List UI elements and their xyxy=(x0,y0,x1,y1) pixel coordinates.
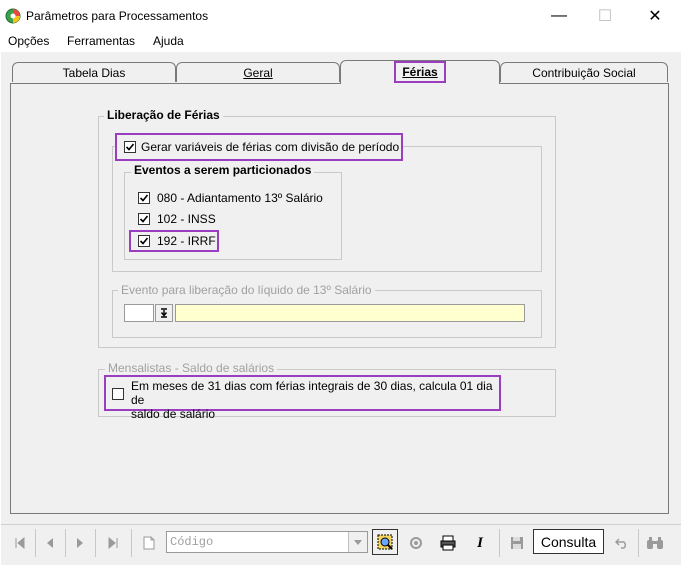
check-icon xyxy=(139,237,149,245)
mensalistas-title: Mensalistas - Saldo de salários xyxy=(105,361,278,375)
close-button[interactable]: ✕ xyxy=(632,0,678,32)
codigo-combo[interactable]: Código xyxy=(166,531,368,553)
last-record-icon[interactable] xyxy=(101,531,125,555)
binoculars-icon[interactable] xyxy=(643,531,667,555)
new-document-icon[interactable] xyxy=(137,531,161,555)
previous-record-icon[interactable] xyxy=(38,531,62,555)
first-record-icon[interactable] xyxy=(8,531,32,555)
evento-192-checkbox[interactable] xyxy=(138,235,150,247)
mensalistas-label-line1: Em meses de 31 dias com férias integrais… xyxy=(131,379,493,407)
tab-tabela-dias[interactable]: Tabela Dias xyxy=(12,62,176,82)
gerar-label: Gerar variáveis de férias com divisão de… xyxy=(141,140,400,154)
settings-icon[interactable] xyxy=(404,531,428,555)
evento-102-checkbox[interactable] xyxy=(138,213,150,225)
consulta-mode[interactable]: Consulta xyxy=(533,529,604,554)
mensalistas-checkbox[interactable] xyxy=(112,388,124,400)
evento-192-label: 192 - IRRF xyxy=(157,234,216,248)
gerar-checkbox[interactable] xyxy=(124,141,136,153)
app-icon xyxy=(5,8,21,24)
check-icon xyxy=(139,194,149,202)
evento-080-checkbox[interactable] xyxy=(138,192,150,204)
evento-code-input[interactable] xyxy=(124,304,154,322)
check-icon xyxy=(139,215,149,223)
toolbar-separator xyxy=(499,529,500,557)
evento-102[interactable]: 102 - INSS xyxy=(138,212,216,226)
tab-ferias[interactable]: Férias xyxy=(340,60,500,84)
download-arrow-icon xyxy=(160,308,168,318)
minimize-button[interactable]: — xyxy=(536,0,582,32)
mensalistas-label-line2: saldo de salário xyxy=(131,407,216,421)
italic-info-icon[interactable]: I xyxy=(468,531,492,555)
mensalistas-label: Em meses de 31 dias com férias integrais… xyxy=(131,379,499,421)
window-title: Parâmetros para Processamentos xyxy=(26,9,209,23)
menu-opcoes[interactable]: Opções xyxy=(8,34,49,48)
codigo-placeholder: Código xyxy=(170,535,214,549)
evento-102-label: 102 - INSS xyxy=(157,212,216,226)
menu-ajuda[interactable]: Ajuda xyxy=(153,34,184,48)
tab-label: Contribuição Social xyxy=(532,66,636,80)
evento-080-label: 080 - Adiantamento 13º Salário xyxy=(157,191,323,205)
toolbar-separator xyxy=(131,529,132,557)
tab-label: Férias xyxy=(394,61,446,83)
gerar-option[interactable]: Gerar variáveis de férias com divisão de… xyxy=(115,133,403,161)
tab-contribuicao-social[interactable]: Contribuição Social xyxy=(500,62,668,82)
undo-icon[interactable] xyxy=(610,531,634,555)
tab-label: Geral xyxy=(243,66,273,80)
toolbar-separator xyxy=(638,529,639,557)
evento-080[interactable]: 080 - Adiantamento 13º Salário xyxy=(138,191,323,205)
mensalistas-option[interactable]: Em meses de 31 dias com férias integrais… xyxy=(104,375,501,421)
tab-label: Tabela Dias xyxy=(62,66,126,80)
evento-lookup-button[interactable] xyxy=(155,304,173,322)
evento-192[interactable]: 192 - IRRF xyxy=(129,230,219,252)
evento-liquido-title: Evento para liberação do líquido de 13º … xyxy=(118,283,375,297)
eventos-title: Eventos a serem particionados xyxy=(131,163,315,177)
check-icon xyxy=(125,143,135,151)
active-tab-gap xyxy=(341,83,499,85)
toolbar-separator xyxy=(35,529,36,557)
print-icon[interactable] xyxy=(436,531,460,555)
tab-geral[interactable]: Geral xyxy=(176,62,340,82)
menu-ferramentas[interactable]: Ferramentas xyxy=(67,34,135,48)
search-record-icon[interactable] xyxy=(372,529,398,555)
save-icon[interactable] xyxy=(505,531,529,555)
chevron-down-icon[interactable] xyxy=(348,532,367,552)
toolbar-separator xyxy=(65,529,66,557)
liberacao-title: Liberação de Férias xyxy=(104,108,223,122)
toolbar-separator xyxy=(95,529,96,557)
next-record-icon[interactable] xyxy=(68,531,92,555)
maximize-button: ☐ xyxy=(597,8,613,25)
evento-description-field xyxy=(175,304,525,322)
